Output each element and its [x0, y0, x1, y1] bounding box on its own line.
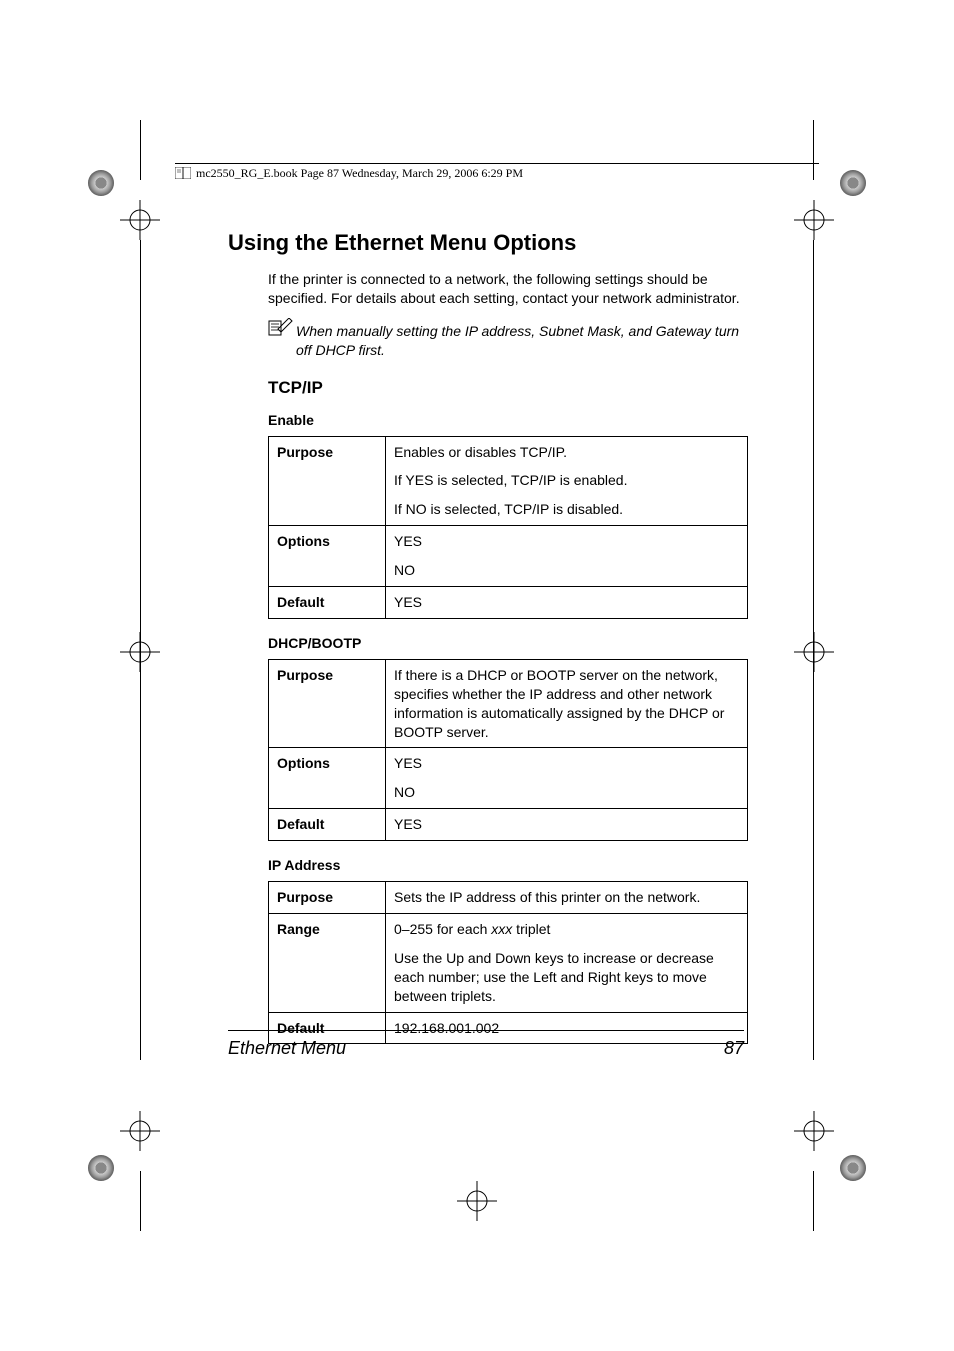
- table-ip: Purpose Sets the IP address of this prin…: [268, 881, 748, 1044]
- note-icon: [268, 318, 296, 343]
- table-enable: Purpose Enables or disables TCP/IP. If Y…: [268, 436, 748, 619]
- section-heading: TCP/IP: [268, 378, 748, 398]
- registration-mark-icon: [794, 200, 834, 240]
- cell-value: Enables or disables TCP/IP. If YES is se…: [386, 436, 748, 526]
- registration-mark-icon: [120, 1111, 160, 1151]
- cell-label: Options: [269, 526, 386, 587]
- crop-line: [140, 120, 141, 180]
- footer-page-number: 87: [724, 1038, 744, 1059]
- header-rule: [175, 163, 819, 164]
- cell-label: Options: [269, 748, 386, 809]
- footer-section: Ethernet Menu: [228, 1038, 346, 1059]
- cell-label: Range: [269, 914, 386, 1013]
- cell-label: Purpose: [269, 659, 386, 748]
- crop-line: [140, 240, 141, 1060]
- table-heading-dhcp: DHCP/BOOTP: [268, 635, 748, 651]
- intro-paragraph: If the printer is connected to a network…: [268, 270, 748, 308]
- cell-label: Default: [269, 587, 386, 619]
- crop-line: [813, 120, 814, 180]
- table-heading-enable: Enable: [268, 412, 748, 428]
- cell-value: YES: [386, 809, 748, 841]
- note-text: When manually setting the IP address, Su…: [296, 322, 748, 360]
- cell-label: Default: [269, 809, 386, 841]
- cell-value: YES NO: [386, 748, 748, 809]
- cell-value: 0–255 for each xxx triplet Use the Up an…: [386, 914, 748, 1013]
- page-title: Using the Ethernet Menu Options: [228, 230, 748, 256]
- crop-dot-icon: [88, 1155, 114, 1181]
- registration-mark-icon: [457, 1181, 497, 1221]
- cell-value: Sets the IP address of this printer on t…: [386, 882, 748, 914]
- registration-mark-icon: [794, 1111, 834, 1151]
- crop-line: [813, 240, 814, 1060]
- crop-line: [813, 1171, 814, 1231]
- crop-dot-icon: [840, 1155, 866, 1181]
- cell-label: Purpose: [269, 436, 386, 526]
- registration-mark-icon: [794, 632, 834, 672]
- cell-label: Purpose: [269, 882, 386, 914]
- crop-dot-icon: [840, 170, 866, 196]
- registration-mark-icon: [120, 200, 160, 240]
- footer-rule: [228, 1030, 744, 1031]
- cell-value: YES NO: [386, 526, 748, 587]
- table-heading-ip: IP Address: [268, 857, 748, 873]
- note: When manually setting the IP address, Su…: [268, 318, 748, 360]
- cell-value: If there is a DHCP or BOOTP server on th…: [386, 659, 748, 748]
- page-footer: Ethernet Menu 87: [228, 1038, 744, 1059]
- table-dhcp: Purpose If there is a DHCP or BOOTP serv…: [268, 659, 748, 841]
- running-head: mc2550_RG_E.book Page 87 Wednesday, Marc…: [175, 166, 523, 181]
- page-content: Using the Ethernet Menu Options If the p…: [228, 230, 748, 1060]
- runhead-text: mc2550_RG_E.book Page 87 Wednesday, Marc…: [196, 166, 523, 180]
- crop-line: [140, 1171, 141, 1231]
- crop-dot-icon: [88, 170, 114, 196]
- cell-value: YES: [386, 587, 748, 619]
